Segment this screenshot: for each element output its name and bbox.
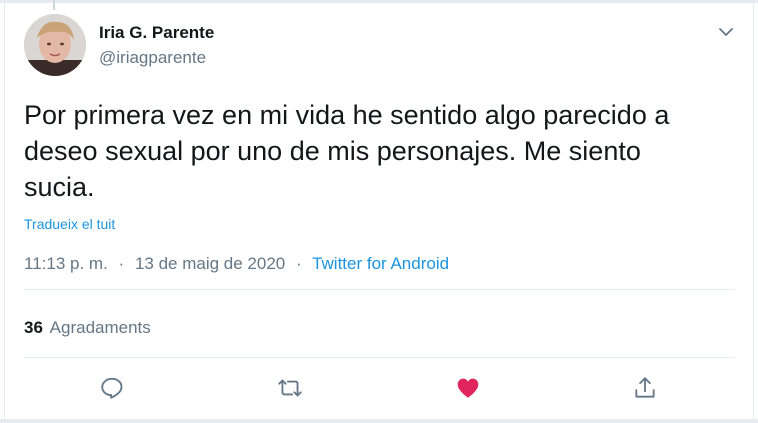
author-name[interactable]: Iria G. Parente bbox=[99, 23, 214, 43]
frame-right-border bbox=[753, 0, 754, 423]
tweet-date[interactable]: 13 de maig de 2020 bbox=[135, 254, 285, 273]
frame-bottom-border bbox=[0, 419, 758, 423]
divider bbox=[24, 357, 735, 358]
tweet-text: Por primera vez en mi vida he sentido al… bbox=[24, 100, 670, 202]
translate-tweet-link[interactable]: Tradueix el tuit bbox=[24, 216, 115, 232]
likes-count: 36 bbox=[24, 318, 43, 337]
meta-separator: · bbox=[118, 254, 125, 273]
chevron-down-icon[interactable] bbox=[714, 20, 738, 44]
reply-icon bbox=[101, 377, 123, 399]
author-handle[interactable]: @iriagparente bbox=[99, 48, 206, 68]
tweet-source-link[interactable]: Twitter for Android bbox=[312, 254, 449, 273]
share-button[interactable] bbox=[630, 373, 660, 403]
tweet-time[interactable]: 11:13 p. m. bbox=[24, 254, 108, 273]
tweet-meta: 11:13 p. m. · 13 de maig de 2020 · Twitt… bbox=[24, 254, 449, 274]
likes-stat[interactable]: 36 Agradaments bbox=[24, 318, 151, 338]
heart-icon bbox=[457, 378, 479, 398]
retweet-button[interactable] bbox=[275, 373, 305, 403]
frame-left-border bbox=[4, 0, 5, 423]
avatar[interactable] bbox=[24, 14, 86, 76]
frame-top-border bbox=[0, 0, 758, 3]
divider bbox=[24, 289, 735, 290]
likes-label: Agradaments bbox=[49, 318, 151, 337]
share-icon bbox=[635, 377, 655, 398]
thread-connector bbox=[53, 0, 55, 10]
like-button[interactable] bbox=[453, 373, 483, 403]
meta-separator: · bbox=[295, 254, 302, 273]
reply-button[interactable] bbox=[97, 373, 127, 403]
retweet-icon bbox=[278, 379, 302, 397]
